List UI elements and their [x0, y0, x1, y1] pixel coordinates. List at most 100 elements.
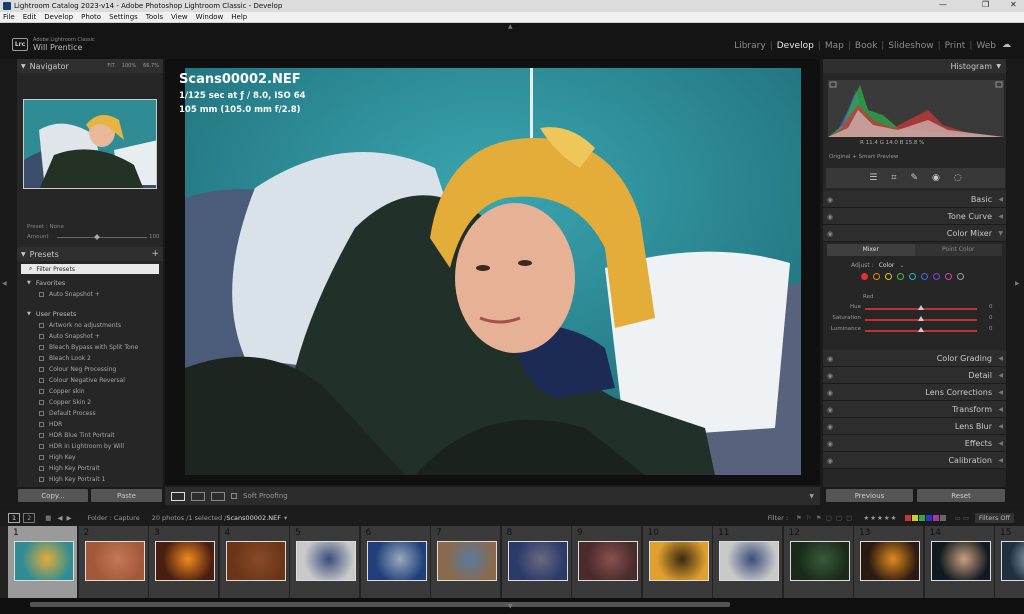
preset-item[interactable]: Auto Snapshot +: [17, 289, 163, 300]
filmstrip-thumbnail[interactable]: [14, 541, 74, 581]
filmstrip-thumbnail[interactable]: [578, 541, 638, 581]
navigator-preview[interactable]: [23, 99, 157, 189]
filmstrip-thumbnail[interactable]: [507, 541, 568, 581]
zoom-66[interactable]: 66.7%: [143, 63, 159, 69]
color-swatch[interactable]: [921, 273, 928, 280]
filmstrip-thumbnail[interactable]: [719, 541, 779, 581]
module-web[interactable]: Web: [976, 41, 996, 51]
preset-item[interactable]: High Key Portrait: [17, 463, 163, 474]
eye-icon[interactable]: ◉: [827, 457, 833, 465]
add-preset-icon[interactable]: +: [151, 249, 159, 259]
filter-extras-icons[interactable]: ▭ ▭: [954, 514, 968, 522]
module-develop[interactable]: Develop: [777, 41, 814, 51]
menu-photo[interactable]: Photo: [81, 13, 101, 21]
preset-item[interactable]: Copper Skin 2: [17, 397, 163, 408]
preset-item[interactable]: Artwork no adjustments: [17, 320, 163, 331]
menu-tools[interactable]: Tools: [146, 13, 163, 21]
filmstrip-thumbnail[interactable]: [366, 541, 427, 581]
page-1-button[interactable]: 1: [8, 513, 21, 523]
menu-edit[interactable]: Edit: [23, 13, 37, 21]
masking-icon[interactable]: ◌: [954, 173, 962, 183]
filmstrip-cell[interactable]: 14: [924, 526, 995, 598]
previous-button[interactable]: Previous: [826, 489, 913, 502]
color-swatch[interactable]: [945, 273, 952, 280]
filmstrip-cell[interactable]: 4: [219, 526, 290, 598]
preset-item[interactable]: HDR: [17, 419, 163, 430]
menu-file[interactable]: File: [3, 13, 15, 21]
filmstrip-cell[interactable]: 6: [360, 526, 431, 598]
preset-item[interactable]: Colour Neg Processing: [17, 364, 163, 375]
back-arrow-icon[interactable]: ◀: [57, 514, 62, 522]
preset-item[interactable]: Colour Negative Reversal: [17, 375, 163, 386]
scrollbar-thumb[interactable]: [30, 602, 730, 607]
filmstrip-cell[interactable]: 8: [501, 526, 572, 598]
current-file[interactable]: Scans00002.NEF: [226, 514, 281, 522]
edit-sliders-icon[interactable]: ☰: [869, 173, 877, 183]
histogram[interactable]: [828, 80, 1004, 137]
presets-header[interactable]: ▼ Presets +: [17, 247, 163, 261]
eye-icon[interactable]: ◉: [827, 355, 833, 363]
filmstrip-cell[interactable]: 15: [995, 526, 1024, 598]
star-rating-filter[interactable]: ★★★★★: [863, 514, 897, 522]
toolbar-menu-icon[interactable]: ▼: [809, 493, 814, 500]
eye-icon[interactable]: ◉: [827, 389, 833, 397]
color-swatch[interactable]: [897, 273, 904, 280]
close-button[interactable]: ✕: [1010, 0, 1017, 9]
module-book[interactable]: Book: [855, 41, 877, 51]
adjust-dropdown[interactable]: Color: [879, 262, 895, 269]
healing-icon[interactable]: ✎: [910, 173, 918, 183]
filmstrip-cell[interactable]: 11: [713, 526, 783, 598]
preset-item[interactable]: HDR in Lightroom by Will: [17, 441, 163, 452]
color-swatch[interactable]: [957, 273, 964, 280]
filmstrip-cell[interactable]: 12: [783, 526, 854, 598]
filmstrip-thumbnail[interactable]: [437, 541, 497, 581]
preset-value[interactable]: None: [50, 224, 64, 230]
filmstrip-thumbnail[interactable]: [1001, 541, 1024, 581]
filmstrip-cell[interactable]: 9: [572, 526, 642, 598]
maximize-button[interactable]: ❐: [982, 0, 989, 9]
module-print[interactable]: Print: [945, 41, 966, 51]
collapse-right-icon[interactable]: ▶: [1015, 280, 1020, 287]
color-swatch[interactable]: [873, 273, 880, 280]
preset-item[interactable]: HDR Blue Tint Portrait: [17, 430, 163, 441]
cloud-sync-icon[interactable]: ☁: [1002, 40, 1014, 50]
preset-item[interactable]: High Key: [17, 452, 163, 463]
color-swatch[interactable]: [933, 273, 940, 280]
forward-arrow-icon[interactable]: ▶: [66, 514, 71, 522]
soft-proofing-checkbox[interactable]: [231, 493, 237, 499]
eye-icon[interactable]: ◉: [827, 406, 833, 414]
collapse-bottom-icon[interactable]: ▼: [508, 603, 513, 610]
user-presets-group[interactable]: ▼ User Presets: [17, 308, 163, 320]
amount-slider[interactable]: [57, 237, 147, 238]
panel-calibration[interactable]: ◉ Calibration ◀: [823, 452, 1006, 469]
page-2-button[interactable]: 2: [23, 513, 36, 523]
filmstrip-thumbnail[interactable]: [225, 541, 286, 581]
eye-icon[interactable]: ◉: [827, 213, 833, 221]
eye-icon[interactable]: ◉: [827, 423, 833, 431]
preset-item[interactable]: Auto Snapshot +: [17, 331, 163, 342]
filmstrip-cell[interactable]: 3: [149, 526, 219, 598]
color-swatch[interactable]: [885, 273, 892, 280]
minimize-button[interactable]: —: [939, 0, 947, 9]
filmstrip-cell[interactable]: 10: [642, 526, 713, 598]
main-photo[interactable]: [185, 68, 801, 475]
filmstrip-cell[interactable]: 7: [431, 526, 501, 598]
favorites-group[interactable]: ▼ Favorites: [17, 277, 163, 289]
filmstrip-thumbnail[interactable]: [84, 541, 145, 581]
histogram-header[interactable]: Histogram ▼: [823, 59, 1006, 73]
menu-develop[interactable]: Develop: [44, 13, 73, 21]
module-map[interactable]: Map: [825, 41, 844, 51]
filmstrip-thumbnail[interactable]: [860, 541, 920, 581]
chevron-down-icon[interactable]: ▾: [284, 514, 287, 522]
preset-item[interactable]: Bleach Bypass with Split Tone: [17, 342, 163, 353]
navigator-header[interactable]: ▼ Navigator FIT 100% 66.7%: [17, 59, 163, 73]
filmstrip-thumbnail[interactable]: [930, 541, 991, 581]
panel-lens-corrections[interactable]: ◉ Lens Corrections ◀: [823, 384, 1006, 401]
eye-icon[interactable]: ◉: [827, 372, 833, 380]
slider-handle[interactable]: [918, 305, 924, 310]
filmstrip-thumbnail[interactable]: [155, 541, 215, 581]
filter-presets-input[interactable]: ⌕ Filter Presets: [21, 264, 159, 274]
menu-help[interactable]: Help: [231, 13, 247, 21]
eye-icon[interactable]: ◉: [827, 196, 833, 204]
filmstrip-scrollbar[interactable]: ▼: [0, 598, 1024, 614]
